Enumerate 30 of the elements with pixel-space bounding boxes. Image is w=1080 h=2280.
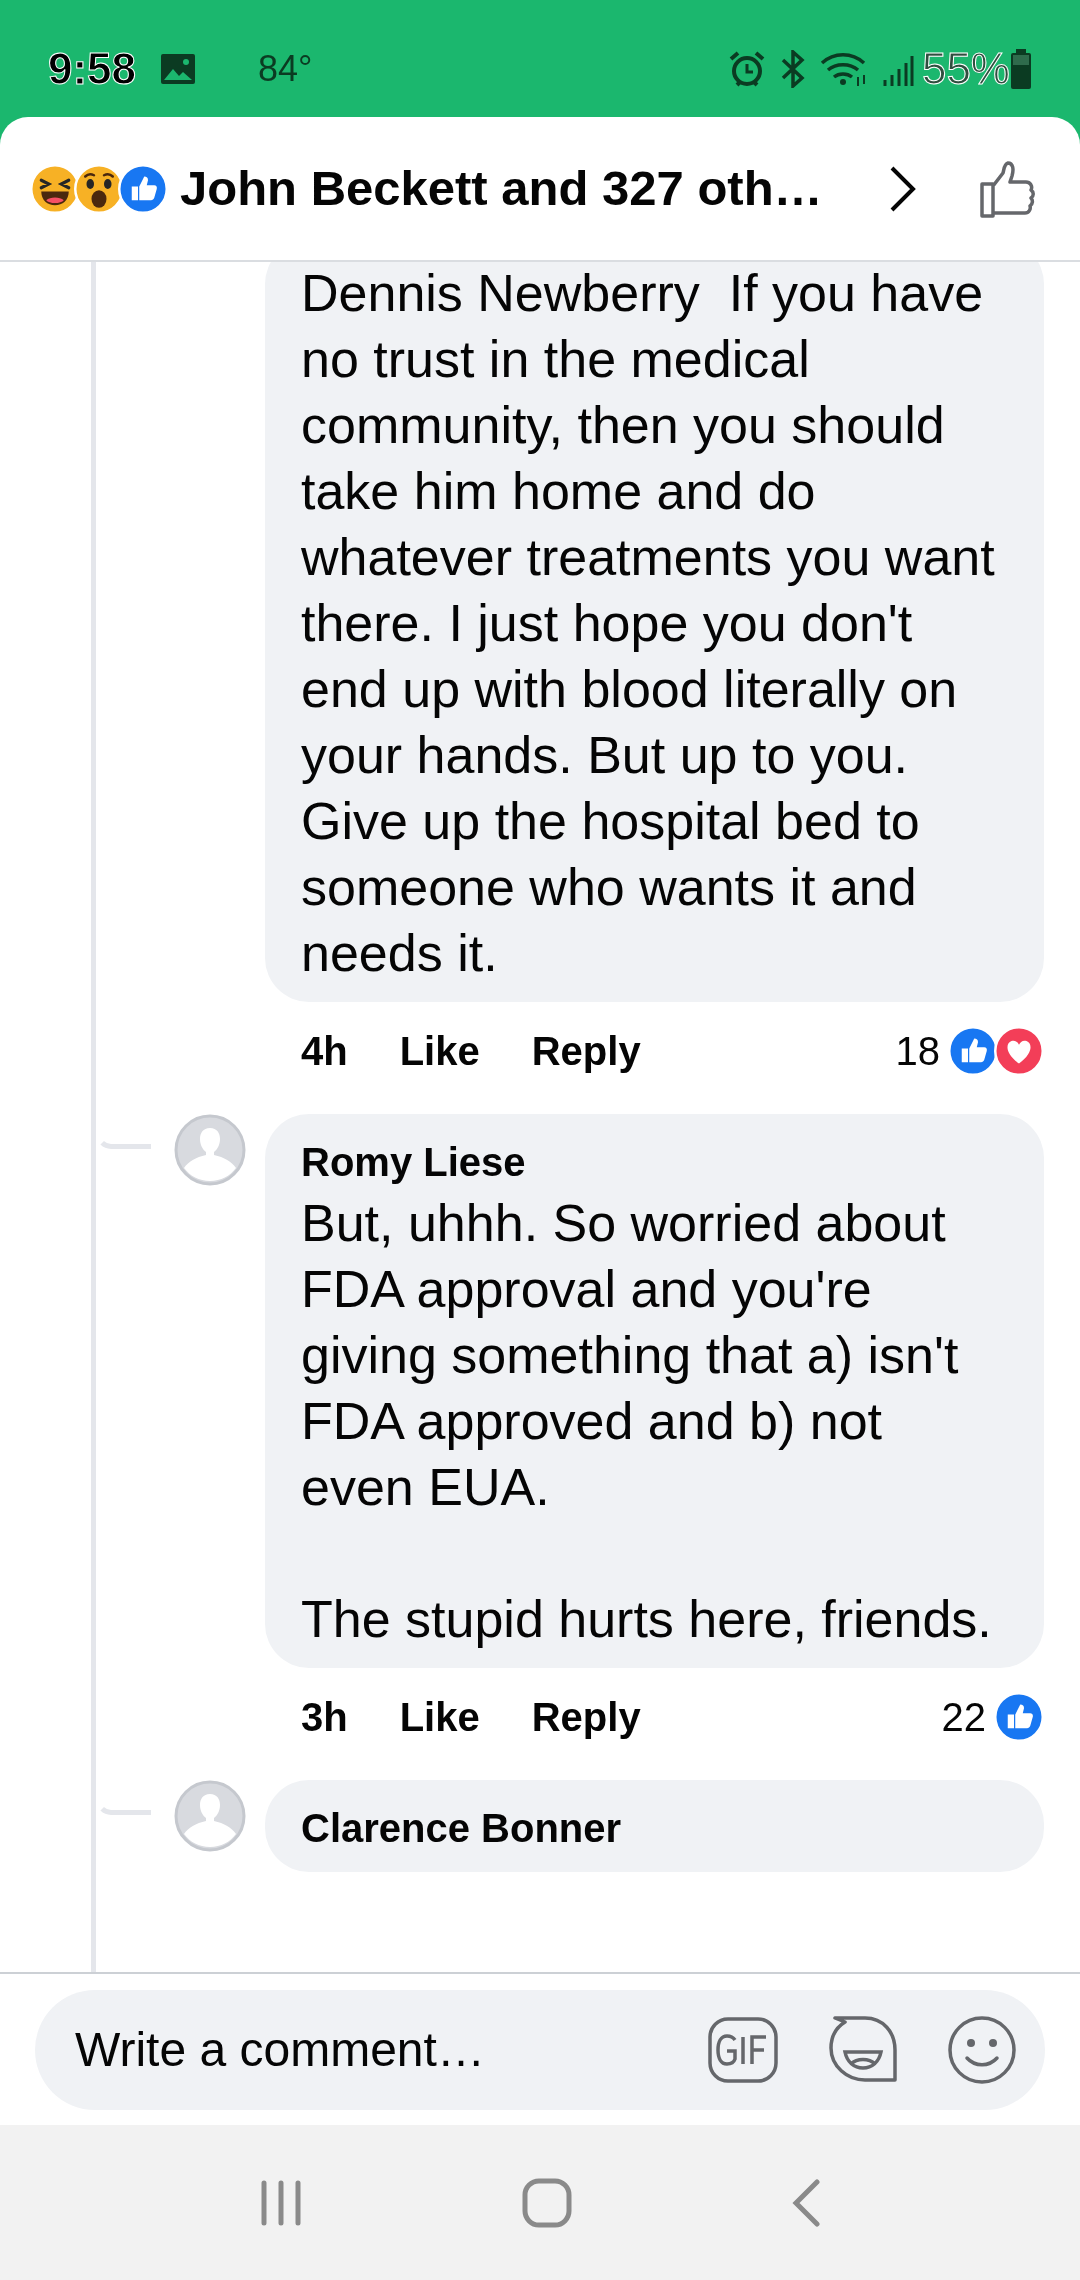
comment-text: But, uhhh. So worried about FDA approval and you're giving something that a) isn't FDA approved and b) not even EUA. The stupid hurts here, friends. — [301, 1193, 993, 1650]
comment-author[interactable]: Clarence Bonner — [301, 1800, 1008, 1856]
temperature: 84° — [258, 46, 313, 91]
back-icon[interactable] — [790, 2178, 821, 2227]
recent-apps-icon[interactable] — [259, 2179, 304, 2226]
comment-field[interactable]: Write a comment… — [35, 1989, 1045, 2110]
avatar-icon — [174, 1114, 246, 1186]
gif-icon[interactable] — [707, 2015, 779, 2084]
like-link[interactable]: Like — [399, 1687, 480, 1747]
reaction-count[interactable]: 18 — [895, 1021, 940, 1081]
reply-link[interactable]: Reply — [531, 1021, 641, 1081]
wifi-icon — [819, 50, 868, 87]
battery-icon — [1010, 48, 1032, 89]
image-icon — [160, 52, 197, 85]
comment-time[interactable]: 3h — [301, 1687, 348, 1747]
alarm-icon — [727, 49, 766, 88]
battery-percentage: 55% — [921, 42, 1010, 95]
comment-time[interactable]: 4h — [301, 1021, 348, 1081]
reply-link[interactable]: Reply — [531, 1687, 641, 1747]
status-time: 9:58 — [48, 42, 137, 95]
emoji-icon[interactable] — [947, 2014, 1017, 2085]
home-icon[interactable] — [522, 2177, 572, 2228]
avatar-icon — [174, 1780, 246, 1852]
like-link[interactable]: Like — [399, 1021, 480, 1081]
reactions-summary-link[interactable]: John Beckett and 327 oth… — [180, 151, 823, 226]
comment-author[interactable]: Romy Liese — [301, 1134, 1008, 1190]
reaction-count[interactable]: 22 — [941, 1687, 986, 1747]
comment-input[interactable]: Write a comment… — [75, 2013, 707, 2086]
bluetooth-icon — [779, 49, 806, 88]
comment-text: Dennis Newberry If you have no trust in the medical community, then you should take him home and do whatever treatments you want there. I just hope you don't end up with blood literally on your hands. But up to you. Give up the hospital bed to someone who wants it and needs it. — [301, 263, 996, 984]
